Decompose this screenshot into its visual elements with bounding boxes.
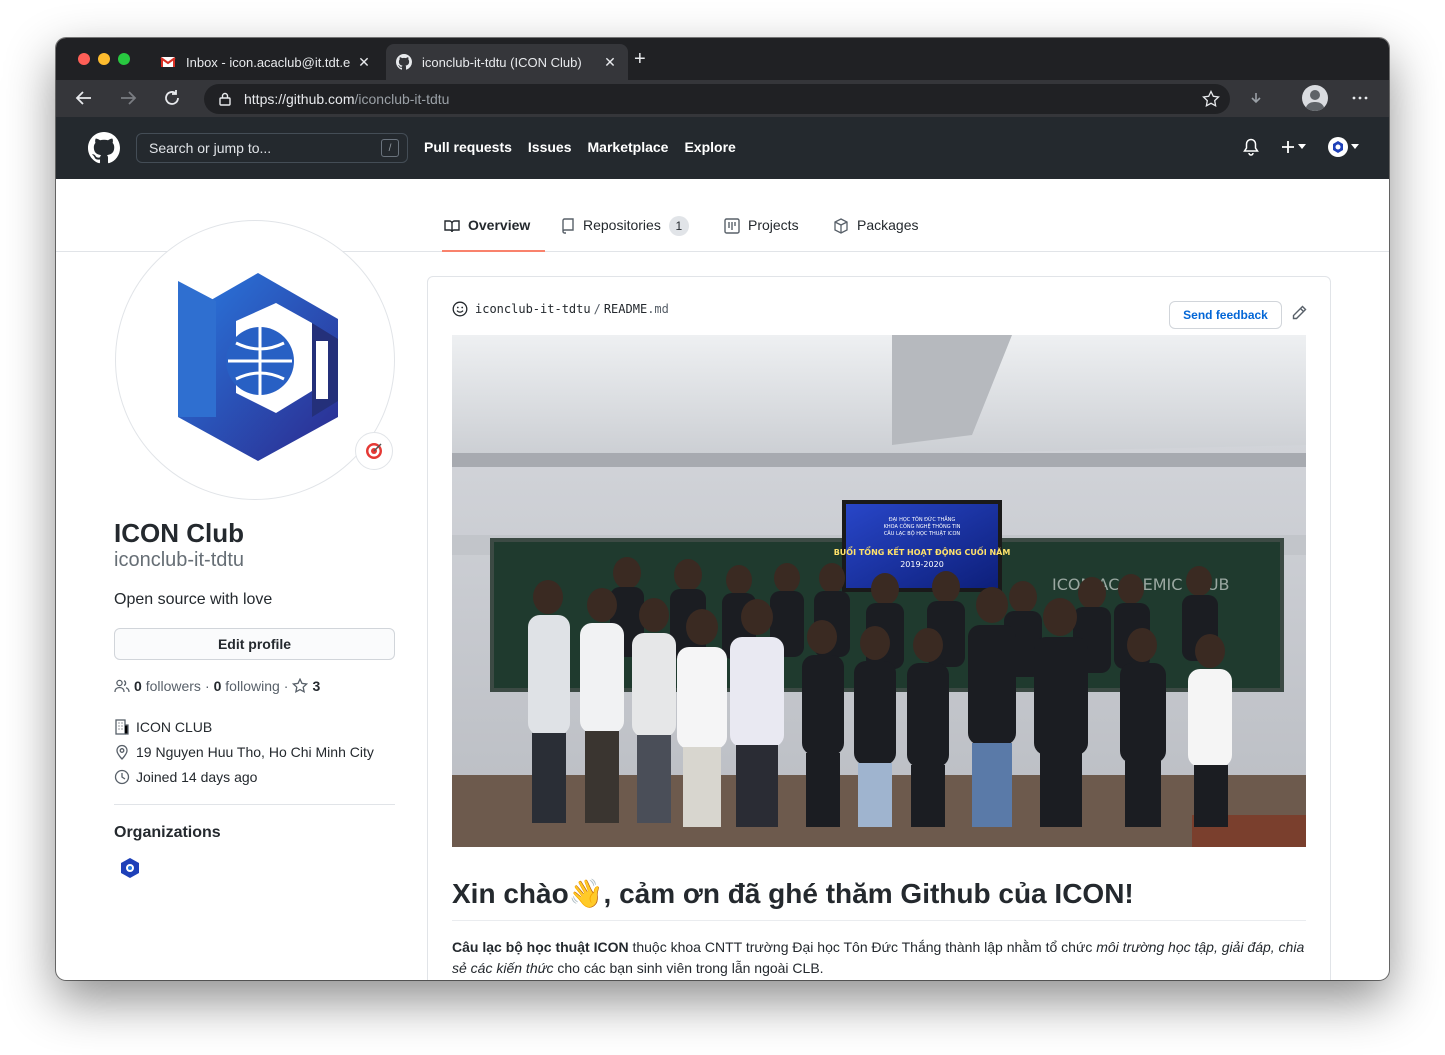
reload-icon[interactable]	[160, 86, 184, 110]
create-new-dropdown[interactable]	[1281, 140, 1306, 154]
maximize-window-button[interactable]	[118, 53, 130, 65]
repo-icon	[562, 218, 574, 234]
bell-icon[interactable]	[1243, 138, 1259, 156]
screen-line3: CÂU LẠC BỘ HỌC THUẬT ICON	[884, 530, 961, 537]
people-icon	[114, 679, 130, 693]
company-text: ICON CLUB	[136, 719, 213, 735]
target-icon	[366, 443, 382, 459]
browser-window: Inbox - icon.acaclub@it.tdt.edu.vn ✕ ico…	[56, 38, 1389, 980]
nav-explore[interactable]: Explore	[684, 139, 735, 155]
readme-file-link[interactable]: README.md	[604, 302, 669, 316]
gmail-icon	[160, 57, 176, 67]
icon-club-logo	[178, 273, 338, 461]
browser-tab-github[interactable]: iconclub-it-tdtu (ICON Club) ✕	[386, 44, 628, 80]
address-bar: https://github.com/iconclub-it-tdtu	[56, 80, 1389, 117]
browser-tab-inbox[interactable]: Inbox - icon.acaclub@it.tdt.edu.vn ✕	[150, 44, 382, 80]
tab-projects[interactable]: Projects	[724, 217, 799, 252]
new-tab-icon[interactable]: +	[634, 48, 646, 71]
tab-title: Inbox - icon.acaclub@it.tdt.edu.vn	[186, 54, 350, 70]
bookmark-star-icon[interactable]	[1202, 90, 1220, 108]
status-emoji[interactable]	[355, 432, 393, 470]
tab-repositories-label: Repositories	[583, 217, 661, 233]
search-placeholder: Search or jump to...	[149, 140, 272, 156]
close-icon[interactable]: ✕	[356, 54, 372, 71]
profile-bio: Open source with love	[114, 591, 273, 608]
tab-title: iconclub-it-tdtu (ICON Club)	[422, 54, 582, 70]
github-header: Search or jump to... / Pull requests Iss…	[56, 117, 1389, 179]
profile-avatar-icon[interactable]	[1302, 85, 1328, 111]
more-menu-icon[interactable]	[1348, 86, 1372, 110]
star-icon	[292, 678, 309, 694]
tab-projects-label: Projects	[748, 217, 799, 233]
readme-owner-link[interactable]: iconclub-it-tdtu	[475, 302, 591, 316]
location-text: 19 Nguyen Huu Tho, Ho Chi Minh City	[136, 744, 374, 760]
close-icon[interactable]: ✕	[602, 54, 618, 71]
package-icon	[834, 218, 848, 234]
clock-icon	[114, 769, 130, 785]
stars-link[interactable]: 3	[292, 678, 320, 694]
profile-joined: Joined 14 days ago	[114, 769, 257, 785]
organization-icon	[115, 719, 129, 735]
following-link[interactable]: 0 following	[214, 678, 280, 694]
profile-company: ICON CLUB	[114, 719, 212, 735]
pencil-icon[interactable]	[1291, 305, 1307, 321]
close-window-button[interactable]	[78, 53, 90, 65]
group-photo-image: ICON ACADEMIC CLUB ĐẠI HỌC TÔN ĐỨC THẮNG…	[452, 335, 1306, 847]
caret-down-icon	[1351, 144, 1359, 149]
header-actions	[1243, 137, 1359, 157]
plus-icon	[1282, 141, 1294, 153]
caret-down-icon	[1298, 144, 1306, 149]
organization-avatar[interactable]	[119, 857, 141, 884]
edit-profile-button[interactable]: Edit profile	[114, 628, 395, 660]
nav-pull-requests[interactable]: Pull requests	[424, 139, 512, 155]
book-icon	[444, 220, 460, 233]
profile-avatar[interactable]	[115, 220, 395, 500]
profile-location: 19 Nguyen Huu Tho, Ho Chi Minh City	[114, 744, 374, 760]
url-field[interactable]: https://github.com/iconclub-it-tdtu	[204, 84, 1230, 114]
github-icon	[396, 54, 412, 70]
follow-stats: 0 followers · 0 following · 3	[114, 678, 320, 694]
tab-overview-label: Overview	[468, 217, 531, 233]
tab-bar: Inbox - icon.acaclub@it.tdt.edu.vn ✕ ico…	[56, 38, 1389, 80]
project-icon	[724, 218, 740, 234]
group-photo: ICON ACADEMIC CLUB ĐẠI HỌC TÔN ĐỨC THẮNG…	[452, 335, 1306, 847]
screen-line1: ĐẠI HỌC TÔN ĐỨC THẮNG	[889, 515, 956, 523]
user-menu-dropdown[interactable]	[1328, 137, 1359, 157]
joined-text: Joined 14 days ago	[136, 769, 258, 785]
path-separator: /	[593, 302, 601, 316]
search-input[interactable]: Search or jump to... /	[136, 133, 408, 163]
nav-marketplace[interactable]: Marketplace	[588, 139, 669, 155]
tab-overview[interactable]: Overview	[442, 217, 545, 252]
lock-icon	[219, 92, 231, 106]
tab-repositories[interactable]: Repositories 1	[561, 216, 689, 252]
github-logo-icon[interactable]	[88, 132, 120, 164]
user-avatar-icon	[1328, 137, 1348, 157]
tab-packages[interactable]: Packages	[833, 217, 918, 252]
back-arrow-icon[interactable]	[72, 86, 96, 110]
smiley-icon	[452, 301, 468, 317]
forward-arrow-icon[interactable]	[116, 86, 140, 110]
screen-line2: KHOA CÔNG NGHỆ THÔNG TIN	[884, 522, 961, 530]
icon-club-org-icon	[121, 858, 139, 878]
search-shortcut-key: /	[381, 139, 399, 157]
tab-packages-label: Packages	[857, 217, 919, 233]
readme-path: iconclub-it-tdtu / README.md	[452, 301, 669, 317]
readme-paragraph: Câu lạc bộ học thuật ICON thuộc khoa CNT…	[452, 939, 1305, 976]
url-text: https://github.com/iconclub-it-tdtu	[244, 91, 450, 107]
profile-name: ICON Club	[114, 518, 244, 548]
followers-link[interactable]: 0 followers	[134, 678, 201, 694]
readme-heading: Xin chào👋, cảm ơn đã ghé thăm Github của…	[452, 877, 1306, 921]
screen-year: 2019-2020	[900, 560, 944, 569]
nav-issues[interactable]: Issues	[528, 139, 572, 155]
send-feedback-button[interactable]: Send feedback	[1169, 301, 1282, 329]
download-icon[interactable]	[1244, 86, 1268, 110]
minimize-window-button[interactable]	[98, 53, 110, 65]
location-icon	[116, 744, 128, 760]
organizations-heading: Organizations	[114, 824, 221, 841]
profile-login: iconclub-it-tdtu	[114, 549, 245, 571]
repositories-counter: 1	[668, 216, 689, 236]
header-nav: Pull requests Issues Marketplace Explore	[424, 139, 736, 155]
readme-box: iconclub-it-tdtu / README.md Send feedba…	[427, 276, 1331, 980]
sidebar-divider	[114, 804, 395, 805]
